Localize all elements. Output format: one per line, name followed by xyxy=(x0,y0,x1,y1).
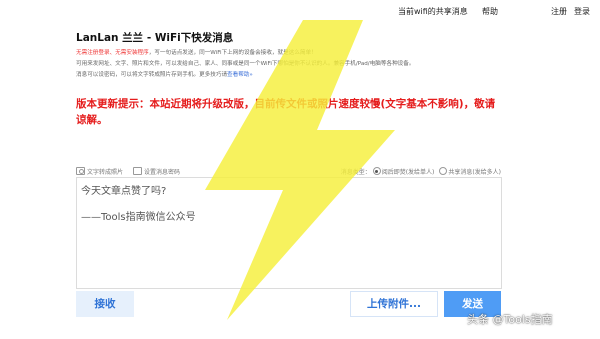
message-type-selector: 消息类型： 阅后即焚(发给单人) 共享消息(发给多人) xyxy=(341,167,501,176)
message-type-label: 消息类型： xyxy=(340,169,371,176)
lock-icon xyxy=(133,167,142,175)
intro-line-2: 可用来发网址、文字、照片和文件，可以发给自己、家人、同事或是同一个WiFi下哪怕… xyxy=(76,61,415,67)
update-notice: 版本更新提示：本站近期将升级改版，目前传文件或照片速度较慢(文字基本不影响)，敬… xyxy=(76,98,496,126)
set-password-label: 设置消息密码 xyxy=(144,169,181,176)
radio-shared-label[interactable]: 共享消息(发给多人) xyxy=(448,169,501,176)
top-nav: 当前wifi的共享消息 帮助 注册 登录 xyxy=(10,6,590,20)
help-link[interactable]: 查看帮助» xyxy=(227,72,253,78)
nav-help-link[interactable]: 帮助 xyxy=(482,6,498,17)
intro-line-3-prefix: 消息可以设密码，可以将文字转成照片存到手机。更多技巧请 xyxy=(76,72,228,78)
radio-shared[interactable] xyxy=(439,167,448,175)
text-to-photo-label: 文字转成照片 xyxy=(87,169,124,176)
radio-direct-label[interactable]: 阅后即焚(发给单人) xyxy=(382,169,435,176)
nav-login-link[interactable]: 登录 xyxy=(574,6,590,17)
nav-shared-messages-link[interactable]: 当前wifi的共享消息 xyxy=(398,6,468,17)
receive-button[interactable]: 接收 xyxy=(76,291,134,317)
camera-icon xyxy=(76,167,85,175)
set-password-option[interactable]: 设置消息密码 xyxy=(133,167,180,176)
message-input[interactable]: 今天文章点赞了吗? ——Tools指南微信公众号 xyxy=(76,177,502,289)
intro-line-1: 无需注册登录、无需安装程序，写一句话点发送，同一WiFi下上网的设备会接收，就是… xyxy=(76,48,506,59)
page: 当前wifi的共享消息 帮助 注册 登录 LanLan 兰兰 - WiFi下快发… xyxy=(0,0,600,339)
message-line-2: ——Tools指南微信公众号 xyxy=(81,212,196,223)
intro-highlight: 无需注册登录、无需安装程序 xyxy=(76,50,149,56)
text-to-photo-option[interactable]: 文字转成照片 xyxy=(76,167,123,176)
intro-line-3: 消息可以设密码，可以将文字转成照片存到手机。更多技巧请查看帮助» xyxy=(76,70,506,81)
upload-attachment-button[interactable]: 上传附件... xyxy=(350,291,438,317)
intro-line-1-rest: ，写一句话点发送，同一WiFi下上网的设备会接收，就是这么简单！ xyxy=(148,50,317,56)
message-line-1: 今天文章点赞了吗? xyxy=(81,186,167,197)
intro-text: 无需注册登录、无需安装程序，写一句话点发送，同一WiFi下上网的设备会接收，就是… xyxy=(76,48,506,81)
radio-direct[interactable] xyxy=(372,167,381,175)
watermark: 头条 @Tools指南 xyxy=(467,313,553,326)
page-title: LanLan 兰兰 - WiFi下快发消息 xyxy=(76,32,234,44)
nav-register-link[interactable]: 注册 xyxy=(551,6,567,17)
